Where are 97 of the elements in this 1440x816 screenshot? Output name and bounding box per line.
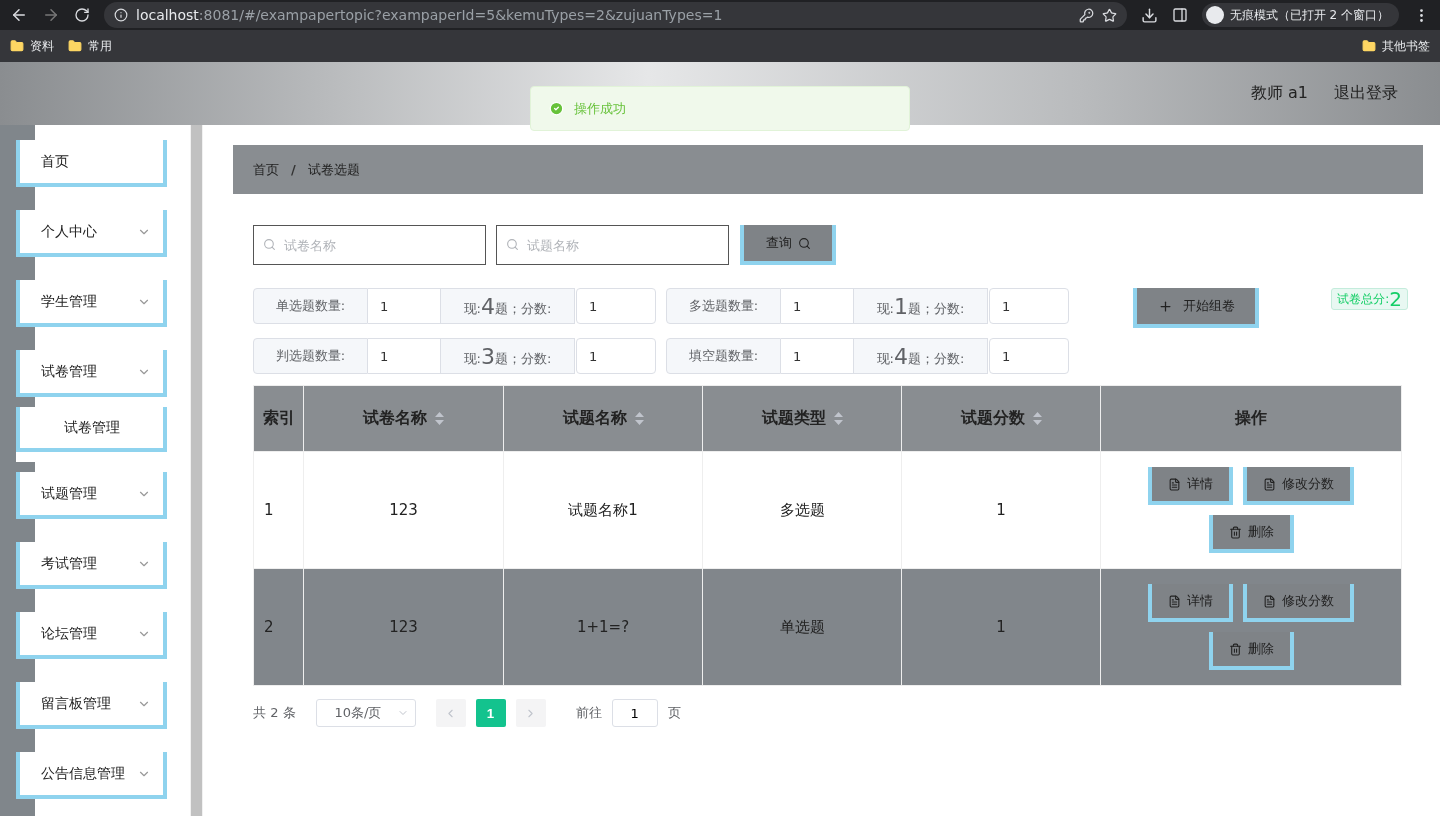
goto-label: 前往	[575, 704, 602, 722]
document-icon	[1168, 477, 1181, 491]
table-cell: 2	[253, 568, 304, 686]
score-input[interactable]: 1	[576, 288, 656, 324]
success-icon	[549, 101, 564, 116]
score-input[interactable]: 1	[989, 288, 1069, 324]
current-count: 现:4题；分数:	[854, 338, 988, 374]
table-row[interactable]: 2 123 1+1=? 单选题 1 详情 修改分数 删除	[253, 568, 1402, 686]
sidebar-item[interactable]: 留言板管理	[16, 682, 167, 729]
sort-icon[interactable]	[634, 412, 644, 425]
total-count: 共 2 条	[253, 704, 296, 722]
reload-icon[interactable]	[74, 7, 90, 23]
action-button[interactable]: 详情	[1148, 467, 1233, 505]
table-cell: 多选题	[702, 451, 902, 569]
back-icon[interactable]	[10, 6, 28, 24]
action-button[interactable]: 修改分数	[1243, 584, 1354, 622]
info-icon	[114, 8, 128, 22]
goto-unit: 页	[667, 704, 681, 722]
table-cell: 试题名称1	[503, 451, 703, 569]
sidebar-item[interactable]: 考试管理	[16, 542, 167, 589]
table-cell: 1+1=?	[503, 568, 703, 686]
count-input[interactable]: 1	[781, 288, 854, 324]
current-count: 现:1题；分数:	[854, 288, 988, 324]
table-cell: 123	[303, 568, 504, 686]
sidebar-item[interactable]: 试题管理	[16, 472, 167, 519]
address-bar[interactable]: localhost:8081/#/exampapertopic?exampaperId=5&kemuTypes=2&zujuanTypes=1	[104, 2, 1127, 28]
breadcrumb-item: 试卷选题	[307, 160, 360, 179]
plus-icon	[1157, 298, 1173, 314]
compose-button[interactable]: 开始组卷	[1133, 288, 1259, 328]
column-header: 操作	[1100, 385, 1402, 452]
sort-icon[interactable]	[833, 412, 843, 425]
trash-icon	[1228, 642, 1242, 656]
folder-icon	[10, 39, 24, 53]
sidebar-item[interactable]: 首页	[16, 140, 167, 187]
panel-icon[interactable]	[1171, 7, 1188, 23]
sidebar-item[interactable]: 公告信息管理	[16, 752, 167, 799]
table-cell: 1	[253, 451, 304, 569]
search-field[interactable]: 试卷名称	[253, 225, 486, 265]
table-cell: 1	[901, 451, 1101, 569]
action-button[interactable]: 修改分数	[1243, 467, 1354, 505]
goto-input[interactable]: 1	[611, 699, 658, 727]
download-icon[interactable]	[1140, 6, 1158, 24]
count-label: 判选题数量:	[253, 338, 368, 374]
column-header[interactable]: 试题类型	[702, 385, 902, 452]
breadcrumb-item[interactable]: 首页	[253, 160, 279, 179]
table-cell: 单选题	[702, 568, 902, 686]
page-size-select[interactable]: 10条/页	[315, 699, 416, 727]
count-input[interactable]: 1	[368, 288, 441, 324]
table-cell: 1	[901, 568, 1101, 686]
sidebar-item[interactable]: 个人中心	[16, 210, 167, 257]
bookmark[interactable]: 其他书签	[1362, 37, 1430, 55]
count-label: 多选题数量:	[666, 288, 781, 324]
column-header[interactable]: 试题分数	[901, 385, 1101, 452]
table-row[interactable]: 1 123 试题名称1 多选题 1 详情 修改分数 删除	[253, 451, 1402, 569]
breadcrumb-separator: /	[291, 162, 296, 177]
profile-chip[interactable]: 无痕模式（已打开 2 个窗口）	[1201, 3, 1399, 27]
document-icon	[1168, 594, 1181, 608]
sidebar-item[interactable]: 试卷管理	[16, 350, 167, 397]
column-header[interactable]: 试题名称	[503, 385, 703, 452]
sidebar-item[interactable]: 学生管理	[16, 280, 167, 327]
folder-icon	[68, 39, 82, 53]
search-icon	[506, 238, 519, 251]
search-icon	[263, 238, 276, 251]
key-icon[interactable]	[1078, 7, 1094, 23]
query-button[interactable]: 查询	[740, 225, 836, 265]
scrollbar[interactable]	[190, 125, 203, 816]
action-button[interactable]: 删除	[1208, 632, 1294, 670]
toast: 操作成功	[530, 86, 910, 131]
count-input[interactable]: 1	[781, 338, 854, 374]
bookmark[interactable]: 资料	[10, 37, 54, 55]
column-header: 索引	[253, 385, 304, 452]
count-input[interactable]: 1	[368, 338, 441, 374]
score-input[interactable]: 1	[989, 338, 1069, 374]
current-count: 现:4题；分数:	[441, 288, 575, 324]
sidebar-item[interactable]: 论坛管理	[16, 612, 167, 659]
search-field[interactable]: 试题名称	[496, 225, 729, 265]
column-header[interactable]: 试卷名称	[303, 385, 504, 452]
action-button[interactable]: 详情	[1148, 584, 1233, 622]
sort-icon[interactable]	[435, 412, 444, 425]
table-cell: 123	[303, 451, 504, 569]
user-name: 教师 a1	[1250, 83, 1308, 104]
document-icon	[1263, 477, 1276, 491]
current-count: 现:3题；分数:	[441, 338, 575, 374]
search-icon	[797, 236, 811, 250]
submenu-item[interactable]: 试卷管理	[16, 407, 167, 452]
count-label: 单选题数量:	[253, 288, 368, 324]
sort-icon[interactable]	[1032, 412, 1042, 425]
score-input[interactable]: 1	[576, 338, 656, 374]
action-button[interactable]: 删除	[1208, 515, 1294, 553]
folder-icon	[1362, 39, 1376, 53]
bookmark[interactable]: 常用	[68, 37, 112, 55]
forward-icon[interactable]	[42, 6, 60, 24]
logout-link[interactable]: 退出登录	[1334, 83, 1398, 104]
trash-icon	[1228, 525, 1242, 539]
count-label: 填空题数量:	[666, 338, 781, 374]
star-icon[interactable]	[1101, 7, 1117, 23]
document-icon	[1263, 594, 1276, 608]
